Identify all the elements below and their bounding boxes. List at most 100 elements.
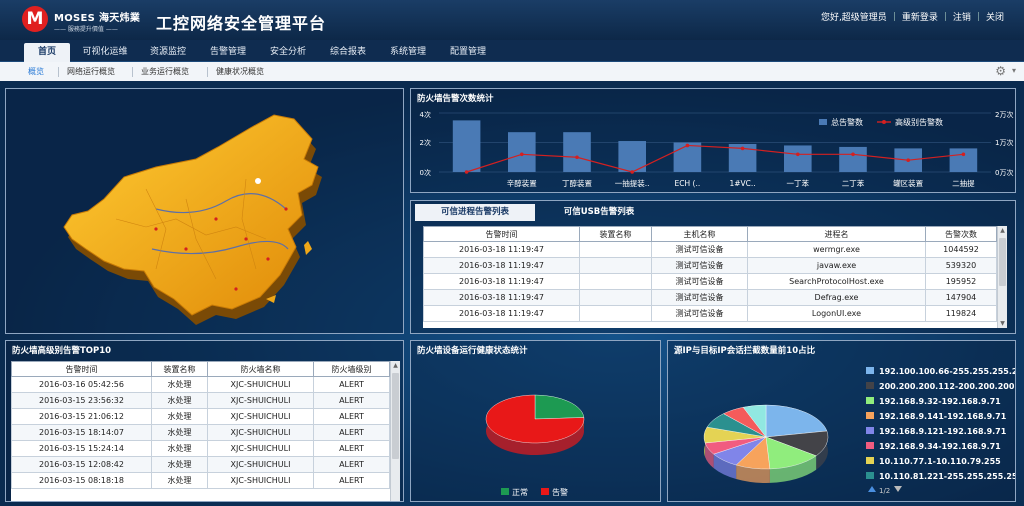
- column-header[interactable]: 告警次数: [925, 226, 997, 242]
- relogin-link[interactable]: 重新登录: [896, 10, 944, 23]
- close-link[interactable]: 关闭: [980, 10, 1010, 23]
- column-header[interactable]: 告警时间: [423, 226, 580, 242]
- location-marker[interactable]: [244, 237, 248, 241]
- line-point[interactable]: [685, 143, 690, 148]
- line-point[interactable]: [630, 170, 634, 174]
- cell-host: 测试可信设备: [651, 289, 748, 306]
- nav-tab-security-analysis[interactable]: 安全分析: [260, 43, 316, 62]
- location-marker[interactable]: [184, 247, 188, 251]
- scrollbar-thumb[interactable]: [392, 373, 399, 459]
- legend-label[interactable]: 200.200.200.112-200.200.200: [879, 382, 1015, 391]
- sub-nav: 概览 网络运行概览 业务运行概览 健康状况概览 ⚙ ▾: [0, 62, 1024, 81]
- line-point[interactable]: [575, 155, 579, 160]
- line-point[interactable]: [464, 170, 469, 174]
- bar[interactable]: [839, 146, 867, 172]
- location-marker[interactable]: [284, 207, 288, 211]
- cell-host: 测试可信设备: [651, 273, 748, 290]
- legend-label[interactable]: 192.168.9.121-192.168.9.71: [879, 427, 1007, 436]
- page-prev-icon[interactable]: [868, 486, 876, 492]
- nav-tab-visual-ops[interactable]: 可视化运维: [74, 43, 136, 62]
- table-row[interactable]: 2016-03-15 15:24:14 水处理 XJC-SHUICHULI ALERT: [11, 440, 390, 457]
- table-row[interactable]: 2016-03-15 08:18:18 水处理 XJC-SHUICHULI ALERT: [11, 472, 390, 489]
- scroll-up-icon[interactable]: ▲: [998, 227, 1007, 234]
- x-tick-label: 辛醇装置: [507, 178, 537, 188]
- bar[interactable]: [452, 120, 481, 172]
- subnav-business-overview[interactable]: 业务运行概览: [141, 66, 189, 77]
- tab-usb-alarms[interactable]: 可信USB告警列表: [539, 204, 659, 221]
- column-header[interactable]: 告警时间: [11, 361, 152, 377]
- logout-link[interactable]: 注销: [947, 10, 977, 23]
- table-row[interactable]: 2016-03-16 05:42:56 水处理 XJC-SHUICHULI ALERT: [11, 376, 390, 393]
- cell-device: [579, 289, 652, 306]
- bar[interactable]: [563, 132, 591, 172]
- column-header[interactable]: 防火墙名称: [207, 361, 314, 377]
- table-row[interactable]: 2016-03-18 11:19:47 测试可信设备 wermgr.exe 10445…: [423, 241, 997, 258]
- table-row[interactable]: 2016-03-18 11:19:47 测试可信设备 Defrag.exe 14790…: [423, 289, 997, 306]
- table-row[interactable]: 2016-03-15 23:56:32 水处理 XJC-SHUICHULI ALERT: [11, 392, 390, 409]
- legend-swatch: [866, 397, 874, 404]
- china-map[interactable]: [6, 89, 403, 333]
- pie-slice[interactable]: [534, 394, 585, 420]
- process-table-scrollbar[interactable]: ▲ ▼: [997, 226, 1007, 328]
- scrollbar-thumb[interactable]: [999, 238, 1006, 286]
- divider: [207, 67, 208, 77]
- legend-label[interactable]: 192.168.9.32-192.168.9.71: [879, 397, 1001, 406]
- column-header[interactable]: 主机名称: [651, 226, 748, 242]
- line-point[interactable]: [520, 152, 524, 157]
- legend-label[interactable]: 192.168.9.141-192.168.9.71: [879, 412, 1007, 421]
- x-tick-label: 1#VC..: [729, 179, 755, 188]
- line-point[interactable]: [851, 152, 855, 157]
- subnav-network-overview[interactable]: 网络运行概览: [67, 66, 115, 77]
- cell-time: 2016-03-16 05:42:56: [11, 376, 152, 393]
- table-row[interactable]: 2016-03-18 11:19:47 测试可信设备 LogonUI.exe 1198…: [423, 305, 997, 322]
- line-point[interactable]: [796, 152, 800, 157]
- nav-tab-alarm-mgmt[interactable]: 告警管理: [200, 43, 256, 62]
- bar[interactable]: [949, 148, 978, 172]
- table-row[interactable]: 2016-03-15 12:08:42 水处理 XJC-SHUICHULI ALERT: [11, 456, 390, 473]
- table-row[interactable]: 2016-03-15 18:14:07 水处理 XJC-SHUICHULI ALERT: [11, 424, 390, 441]
- tab-process-alarms[interactable]: 可信进程告警列表: [415, 204, 535, 221]
- column-header[interactable]: 防火墙级别: [313, 361, 390, 377]
- subnav-health-overview[interactable]: 健康状况概览: [216, 66, 264, 77]
- table-row[interactable]: 2016-03-18 11:19:47 测试可信设备 javaw.exe 539320: [423, 257, 997, 274]
- location-marker[interactable]: [214, 217, 218, 221]
- column-header[interactable]: 进程名: [747, 226, 926, 242]
- nav-tab-config-mgmt[interactable]: 配置管理: [440, 43, 496, 62]
- column-header[interactable]: 装置名称: [579, 226, 652, 242]
- legend-label[interactable]: 192.100.100.66-255.255.255.2: [879, 367, 1015, 376]
- legend-label[interactable]: 10.110.77.1-10.110.79.255: [879, 457, 1001, 466]
- nav-tab-system-mgmt[interactable]: 系统管理: [380, 43, 436, 62]
- location-marker[interactable]: [234, 287, 238, 291]
- cell-time: 2016-03-18 11:19:47: [423, 241, 580, 258]
- chevron-down-icon[interactable]: ▾: [1012, 66, 1016, 75]
- nav-tab-resource-monitor[interactable]: 资源监控: [140, 43, 196, 62]
- line-point[interactable]: [740, 146, 745, 151]
- gear-icon[interactable]: ⚙: [995, 64, 1006, 78]
- cell-firewall: XJC-SHUICHULI: [207, 408, 314, 425]
- bar[interactable]: [784, 145, 812, 172]
- column-header[interactable]: 装置名称: [151, 361, 208, 377]
- location-marker[interactable]: [266, 257, 270, 261]
- location-marker[interactable]: [255, 178, 261, 184]
- cell-device: 水处理: [151, 376, 208, 393]
- table-row[interactable]: 2016-03-15 21:06:12 水处理 XJC-SHUICHULI ALERT: [11, 408, 390, 425]
- cell-count: 195952: [925, 273, 997, 290]
- cell-device: 水处理: [151, 424, 208, 441]
- nav-tab-reports[interactable]: 综合报表: [320, 43, 376, 62]
- bar[interactable]: [508, 132, 536, 172]
- legend-label[interactable]: 192.168.9.34-192.168.9.71: [879, 442, 1001, 451]
- line-point[interactable]: [961, 152, 966, 157]
- session-ip-panel: 源IP与目标IP会话拦截数量前10占比 192.100.100.66-255.2…: [667, 340, 1016, 502]
- fw-table-scrollbar[interactable]: ▲: [390, 361, 400, 501]
- location-marker[interactable]: [154, 227, 158, 231]
- subnav-overview[interactable]: 概览: [28, 66, 44, 77]
- health-pie-chart: 正常 告警: [485, 394, 585, 497]
- nav-tab-home[interactable]: 首页: [24, 43, 70, 62]
- x-tick-label: 二抽提: [952, 178, 975, 188]
- page-next-icon[interactable]: [894, 486, 902, 492]
- scroll-down-icon[interactable]: ▼: [998, 320, 1007, 327]
- legend-label[interactable]: 10.110.81.221-255.255.255.25: [879, 472, 1015, 481]
- line-point[interactable]: [906, 158, 910, 162]
- table-row[interactable]: 2016-03-18 11:19:47 测试可信设备 SearchProtocolH…: [423, 273, 997, 290]
- scroll-up-icon[interactable]: ▲: [391, 362, 400, 369]
